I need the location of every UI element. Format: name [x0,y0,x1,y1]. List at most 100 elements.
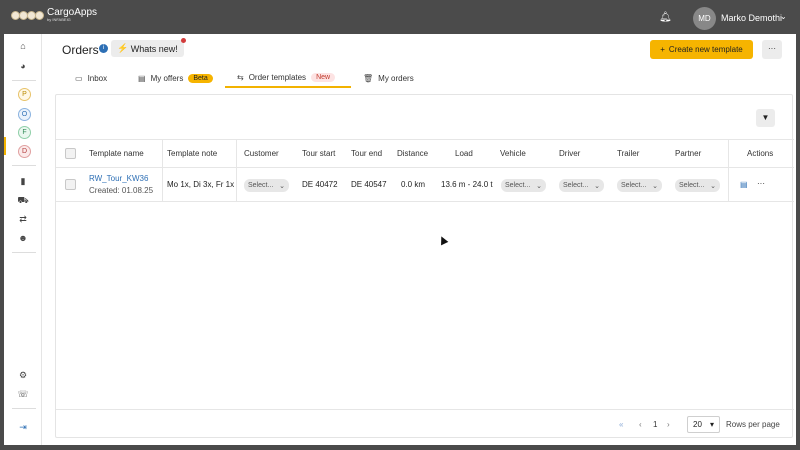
chevron-down-icon: ⌄ [710,182,716,190]
tab-my-orders[interactable]: 🗑︎ My orders [363,68,414,88]
tab-label: Order templates [248,72,307,82]
template-note: Mo 1x, Di 3x, Fr 1x [167,180,235,189]
app-subtitle: by INFABEIG [47,17,71,22]
column-header[interactable]: Template note [167,149,217,158]
bookmark-icon[interactable]: ▮ [4,176,42,187]
column-header[interactable]: Vehicle [500,149,526,158]
user-name[interactable]: Marko Demothi [721,13,782,23]
chevron-down-icon[interactable]: ⌄ [780,12,787,21]
vehicle-select[interactable]: Select... ⌄ [501,179,546,192]
home-icon[interactable]: ⌂ [4,41,42,51]
column-header[interactable]: Partner [675,149,701,158]
customer-select[interactable]: Select... ⌄ [244,179,289,192]
sidebar-active-indicator [4,137,6,155]
column-divider [236,168,237,202]
logo-mark [11,10,44,20]
tab-bar: ▭ Inbox ▤ My offers Beta ⇆ Order templat… [62,68,774,88]
main-panel: Orders i ⚡ Whats new! + Create new templ… [42,34,796,445]
current-page[interactable]: 1 [653,420,657,429]
tab-label: My orders [378,73,414,83]
sidebar: ⌂ ◕ P O F D ▮ ⛟ ⇄ ☻ ⚙ ☏ ⇥ [4,34,42,445]
app-logo[interactable]: CargoApps by INFABEIG [11,8,97,22]
column-header[interactable]: Tour start [302,149,335,158]
driver-select[interactable]: Select... ⌄ [559,179,604,192]
laptop-icon: ▭ [75,73,83,83]
column-header[interactable]: Load [455,149,473,158]
document-icon: ▤ [138,73,146,83]
info-icon[interactable]: i [99,44,108,53]
new-badge: New [311,72,336,82]
column-header[interactable]: Customer [244,149,279,158]
tab-my-offers[interactable]: ▤ My offers Beta [138,68,213,88]
first-page-icon[interactable]: « [619,420,623,429]
column-divider [236,140,237,168]
handshake-icon[interactable]: ⇄ [4,214,42,225]
pagination-bar: « ‹ 1 › 20 ▾ Rows per page [56,409,794,439]
tab-inbox[interactable]: ▭ Inbox [75,68,107,88]
load: 13.6 m - 24.0 t [441,180,493,189]
trash-icon: 🗑︎ [363,73,374,83]
create-template-label: Create new template [668,45,743,54]
table-row[interactable]: RW_Tour_KW36 Created: 01.08.25 Mo 1x, Di… [56,168,794,202]
dashboard-icon[interactable]: ◕ [4,61,42,71]
sidebar-item-d[interactable]: D [18,145,31,158]
plus-icon: + [660,45,665,54]
whats-new-button[interactable]: ⚡ Whats new! [111,38,186,57]
column-header[interactable]: Template name [89,149,144,158]
collapse-sidebar-icon[interactable]: ⇥ [4,422,42,433]
sidebar-divider [12,165,36,166]
chevron-down-icon: ⌄ [652,182,658,190]
next-page-icon[interactable]: › [667,420,670,429]
column-header[interactable]: Tour end [351,149,382,158]
beta-badge: Beta [188,73,213,83]
column-header[interactable]: Driver [559,149,580,158]
avatar[interactable]: MD [693,7,716,30]
tour-end: DE 40547 [351,180,387,189]
truck-icon[interactable]: ⛟ [4,195,42,207]
rows-per-page-select[interactable]: 20 ▾ [687,416,720,433]
sidebar-divider [12,80,36,81]
more-options-button[interactable]: ··· [762,40,782,59]
lightning-icon: ⚡ [117,43,129,53]
rows-per-page-label: Rows per page [726,420,780,429]
chevron-down-icon: ⌄ [594,182,600,190]
sidebar-divider [12,252,36,253]
page-title: Orders [62,43,99,57]
column-divider [728,168,729,202]
sidebar-item-o[interactable]: O [18,108,31,121]
top-bar: CargoApps by INFABEIG 🔔︎ MD Marko Demoth… [0,0,800,34]
users-icon[interactable]: ☻ [4,233,42,243]
partner-select[interactable]: Select... ⌄ [675,179,720,192]
filter-button[interactable]: ▼ [756,109,775,127]
create-template-button[interactable]: + Create new template [650,40,753,59]
document-icon[interactable]: ▤ [740,180,748,189]
column-header[interactable]: Trailer [617,149,639,158]
template-name-link[interactable]: RW_Tour_KW36 [89,174,148,183]
column-header: Actions [747,149,774,158]
filter-icon: ▼ [761,113,770,122]
trailer-select[interactable]: Select... ⌄ [617,179,662,192]
notification-dot [180,38,186,43]
distance: 0.0 km [401,180,426,189]
chevron-down-icon: ⌄ [279,182,285,190]
column-divider [728,140,729,168]
row-checkbox[interactable] [65,179,76,190]
bell-icon[interactable]: 🔔︎ [659,12,672,23]
column-header[interactable]: Distance [397,149,428,158]
repeat-icon: ⇆ [237,72,244,82]
tour-start: DE 40472 [302,180,338,189]
created-date: Created: 01.08.25 [89,186,154,195]
column-divider [162,140,163,168]
templates-table-card: ▼ Template name Template note Customer T… [55,94,794,439]
sidebar-item-p[interactable]: P [18,88,31,101]
tab-order-templates[interactable]: ⇆ Order templates New [225,68,351,88]
prev-page-icon[interactable]: ‹ [639,420,642,429]
support-icon[interactable]: ☏ [4,389,42,400]
tab-label: Inbox [87,73,108,83]
sidebar-item-f[interactable]: F [18,126,31,139]
select-all-checkbox[interactable] [65,148,76,159]
column-divider [162,168,163,202]
caret-down-icon: ▾ [709,420,714,429]
gear-icon[interactable]: ⚙ [4,370,42,381]
more-actions-icon[interactable]: ··· [757,179,765,188]
